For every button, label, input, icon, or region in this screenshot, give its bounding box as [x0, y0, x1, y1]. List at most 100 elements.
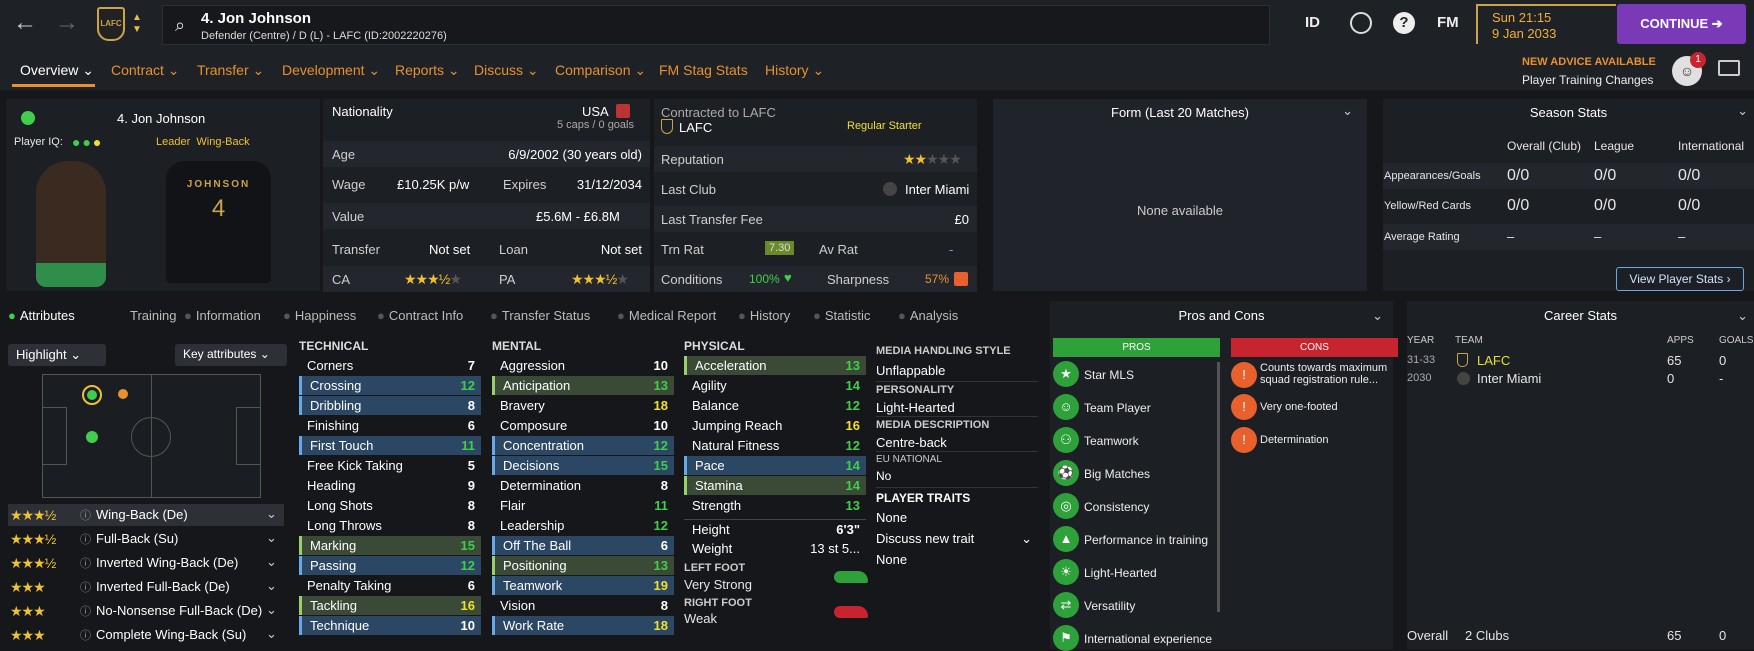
subtab-statistic[interactable]: ● Statistic: [813, 308, 870, 323]
attribute-row[interactable]: Anticipation 13: [492, 376, 674, 395]
discuss-new-trait-dropdown[interactable]: Discuss new trait ⌄: [876, 531, 1038, 546]
ball-icon[interactable]: [1350, 12, 1372, 34]
pro-item[interactable]: Team Player: [1084, 401, 1151, 415]
attribute-row[interactable]: Tackling 16: [299, 596, 481, 615]
attribute-row[interactable]: Passing 12: [299, 556, 481, 575]
attribute-row[interactable]: Flair 11: [492, 496, 674, 515]
attribute-row[interactable]: Off The Ball 6: [492, 536, 674, 555]
role-wing-back[interactable]: ★★★½ ⓘ Wing-Back (De) ⌄: [8, 504, 284, 526]
attribute-row[interactable]: Long Throws 8: [299, 516, 481, 535]
subtab-medical-report[interactable]: ● Medical Report: [617, 308, 716, 323]
tab-history[interactable]: History ⌄: [765, 62, 824, 79]
help-icon[interactable]: ?: [1393, 12, 1415, 34]
attribute-row[interactable]: Heading 9: [299, 476, 481, 495]
back-icon[interactable]: ←: [12, 10, 38, 36]
attribute-row[interactable]: Free Kick Taking 5: [299, 456, 481, 475]
attribute-row[interactable]: Penalty Taking 6: [299, 576, 481, 595]
attribute-row[interactable]: Vision 8: [492, 596, 674, 615]
attribute-row[interactable]: Pace 14: [684, 456, 866, 475]
chevron-down-icon[interactable]: ⌄: [1737, 308, 1748, 324]
attribute-row[interactable]: Natural Fitness 12: [684, 436, 866, 455]
pro-item[interactable]: Versatility: [1084, 599, 1135, 613]
player-search-box[interactable]: ⌕ 4. Jon Johnson Defender (Centre) / D (…: [162, 5, 1270, 45]
fm-icon[interactable]: FM: [1437, 14, 1459, 31]
attribute-row[interactable]: Work Rate 18: [492, 616, 674, 635]
club-crest-icon[interactable]: LAFC: [97, 7, 125, 41]
tab-reports[interactable]: Reports ⌄: [395, 62, 460, 79]
attribute-row[interactable]: Long Shots 8: [299, 496, 481, 515]
highlight-dropdown[interactable]: Highlight ⌄: [8, 344, 106, 366]
club-value[interactable]: LAFC: [679, 120, 712, 135]
attribute-row[interactable]: Balance 12: [684, 396, 866, 415]
pro-item[interactable]: Big Matches: [1084, 467, 1150, 481]
subtab-happiness[interactable]: ● Happiness: [283, 308, 356, 323]
chevron-updown-icon[interactable]: ▲ ▼: [132, 12, 142, 36]
key-attributes-dropdown[interactable]: Key attributes ⌄: [175, 344, 287, 366]
pro-item[interactable]: International experience: [1084, 632, 1212, 646]
role-full-back[interactable]: ★★★½ ⓘ Full-Back (Su) ⌄: [8, 528, 284, 550]
subtab-attributes[interactable]: ● Attributes: [8, 308, 75, 323]
continue-button[interactable]: CONTINUE ➔: [1617, 4, 1746, 44]
attribute-row[interactable]: Crossing 12: [299, 376, 481, 395]
tab-contract[interactable]: Contract ⌄: [111, 62, 180, 79]
chevron-down-icon[interactable]: ⌄: [1737, 103, 1748, 119]
tab-comparison[interactable]: Comparison ⌄: [555, 62, 646, 79]
attribute-row[interactable]: Composure 10: [492, 416, 674, 435]
attribute-row[interactable]: Positioning 13: [492, 556, 674, 575]
subtab-history[interactable]: ● History: [738, 308, 790, 323]
pros-scrollbar[interactable]: [1217, 362, 1220, 612]
subtab-information[interactable]: ● Information: [184, 308, 261, 323]
con-item[interactable]: Very one-footed: [1260, 401, 1400, 413]
tab-transfer[interactable]: Transfer ⌄: [197, 62, 264, 79]
date-time[interactable]: Sun 21:15 9 Jan 2033: [1476, 4, 1616, 44]
lastclub-value[interactable]: Inter Miami: [905, 182, 969, 197]
attribute-row[interactable]: Jumping Reach 16: [684, 416, 866, 435]
attribute-row[interactable]: Teamwork 19: [492, 576, 674, 595]
tab-development[interactable]: Development ⌄: [282, 62, 380, 79]
subtab-training[interactable]: Training: [130, 308, 176, 323]
position-pitch[interactable]: [42, 374, 261, 498]
id-icon[interactable]: ID: [1305, 14, 1320, 31]
attribute-row[interactable]: Dribbling 8: [299, 396, 481, 415]
advice-title[interactable]: NEW ADVICE AVAILABLE: [1522, 56, 1656, 68]
subtab-contract-info[interactable]: ● Contract Info: [377, 308, 463, 323]
attribute-row[interactable]: Stamina 14: [684, 476, 866, 495]
chevron-down-icon[interactable]: ⌄: [1372, 308, 1383, 324]
role-complete-wing-back[interactable]: ★★★ ⓘ Complete Wing-Back (Su) ⌄: [8, 624, 284, 646]
attribute-row[interactable]: First Touch 11: [299, 436, 481, 455]
career-row[interactable]: 2030 Inter Miami 0 -: [1407, 370, 1754, 388]
attribute-row[interactable]: Corners 7: [299, 356, 481, 375]
attribute-row[interactable]: Finishing 6: [299, 416, 481, 435]
attribute-row[interactable]: Decisions 15: [492, 456, 674, 475]
attribute-row[interactable]: Bravery 18: [492, 396, 674, 415]
attribute-row[interactable]: Aggression 10: [492, 356, 674, 375]
role-inverted-wing-back[interactable]: ★★★½ ⓘ Inverted Wing-Back (De) ⌄: [8, 552, 284, 574]
attribute-row[interactable]: Determination 8: [492, 476, 674, 495]
subtab-transfer-status[interactable]: ● Transfer Status: [490, 308, 590, 323]
pro-item[interactable]: Star MLS: [1084, 368, 1134, 382]
pro-item[interactable]: Performance in training: [1084, 533, 1208, 547]
forward-icon[interactable]: →: [54, 10, 80, 36]
con-item[interactable]: Counts towards maximum squad registratio…: [1260, 362, 1400, 386]
attribute-row[interactable]: Marking 15: [299, 536, 481, 555]
attribute-row[interactable]: Technique 10: [299, 616, 481, 635]
career-row[interactable]: 31-33 LAFC 65 0: [1407, 352, 1754, 370]
attribute-row[interactable]: Acceleration 13: [684, 356, 866, 375]
chevron-down-icon[interactable]: ⌄: [1342, 103, 1353, 119]
subtab-analysis[interactable]: ● Analysis: [898, 308, 958, 323]
role-no-nonsense-full-back[interactable]: ★★★ ⓘ No-Nonsense Full-Back (De) ⌄: [8, 600, 284, 622]
pro-item[interactable]: Consistency: [1084, 500, 1149, 514]
attribute-row[interactable]: Strength 13: [684, 496, 866, 515]
con-item[interactable]: Determination: [1260, 434, 1400, 446]
nationality-value[interactable]: USA: [582, 104, 609, 119]
tab-fm-stag-stats[interactable]: FM Stag Stats: [659, 62, 748, 78]
screen-icon[interactable]: [1718, 60, 1740, 76]
attribute-row[interactable]: Agility 14: [684, 376, 866, 395]
view-player-stats-button[interactable]: View Player Stats ›: [1616, 267, 1744, 291]
tab-overview[interactable]: Overview ⌄: [20, 62, 94, 79]
pro-item[interactable]: Teamwork: [1084, 434, 1139, 448]
pro-item[interactable]: Light-Hearted: [1084, 566, 1157, 580]
attribute-row[interactable]: Concentration 12: [492, 436, 674, 455]
attribute-row[interactable]: Leadership 12: [492, 516, 674, 535]
tab-discuss[interactable]: Discuss ⌄: [474, 62, 539, 79]
